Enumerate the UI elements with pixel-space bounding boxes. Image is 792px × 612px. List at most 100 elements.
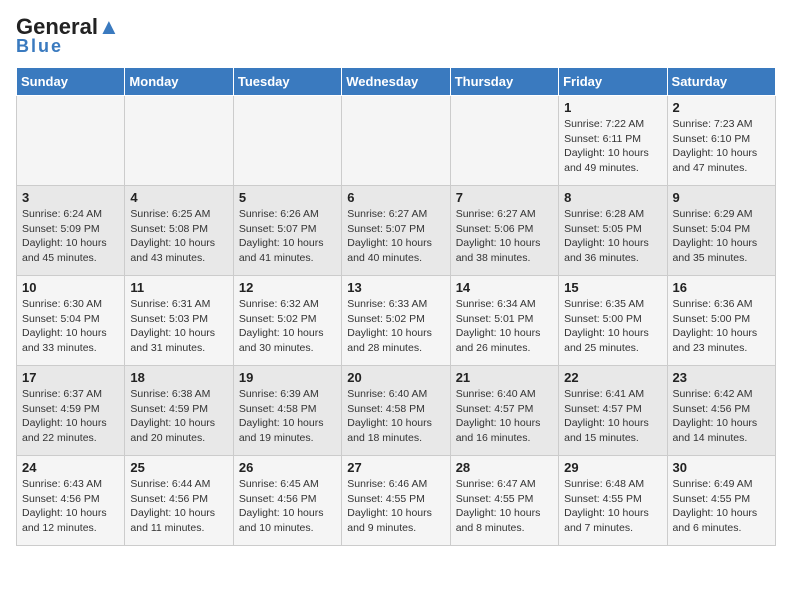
day-number: 27 [347, 460, 444, 475]
day-info: Sunrise: 6:46 AM Sunset: 4:55 PM Dayligh… [347, 477, 444, 536]
day-number: 28 [456, 460, 553, 475]
day-info: Sunrise: 6:40 AM Sunset: 4:57 PM Dayligh… [456, 387, 553, 446]
day-number: 11 [130, 280, 227, 295]
day-number: 25 [130, 460, 227, 475]
day-info: Sunrise: 6:40 AM Sunset: 4:58 PM Dayligh… [347, 387, 444, 446]
calendar-table: SundayMondayTuesdayWednesdayThursdayFrid… [16, 67, 776, 546]
day-info: Sunrise: 6:41 AM Sunset: 4:57 PM Dayligh… [564, 387, 661, 446]
weekday-header-saturday: Saturday [667, 68, 775, 96]
day-info: Sunrise: 7:23 AM Sunset: 6:10 PM Dayligh… [673, 117, 770, 176]
calendar-cell: 15 Sunrise: 6:35 AM Sunset: 5:00 PM Dayli… [559, 276, 667, 366]
calendar-cell: 29 Sunrise: 6:48 AM Sunset: 4:55 PM Dayli… [559, 456, 667, 546]
calendar-cell: 28 Sunrise: 6:47 AM Sunset: 4:55 PM Dayli… [450, 456, 558, 546]
day-info: Sunrise: 7:22 AM Sunset: 6:11 PM Dayligh… [564, 117, 661, 176]
calendar-cell [233, 96, 341, 186]
weekday-header-sunday: Sunday [17, 68, 125, 96]
day-info: Sunrise: 6:43 AM Sunset: 4:56 PM Dayligh… [22, 477, 119, 536]
day-number: 10 [22, 280, 119, 295]
day-number: 7 [456, 190, 553, 205]
calendar-cell [17, 96, 125, 186]
day-number: 6 [347, 190, 444, 205]
weekday-header-thursday: Thursday [450, 68, 558, 96]
day-number: 26 [239, 460, 336, 475]
day-info: Sunrise: 6:37 AM Sunset: 4:59 PM Dayligh… [22, 387, 119, 446]
weekday-header-friday: Friday [559, 68, 667, 96]
calendar-cell: 27 Sunrise: 6:46 AM Sunset: 4:55 PM Dayli… [342, 456, 450, 546]
day-number: 3 [22, 190, 119, 205]
day-number: 19 [239, 370, 336, 385]
calendar-cell: 14 Sunrise: 6:34 AM Sunset: 5:01 PM Dayli… [450, 276, 558, 366]
day-info: Sunrise: 6:31 AM Sunset: 5:03 PM Dayligh… [130, 297, 227, 356]
day-number: 15 [564, 280, 661, 295]
day-info: Sunrise: 6:27 AM Sunset: 5:07 PM Dayligh… [347, 207, 444, 266]
day-number: 13 [347, 280, 444, 295]
logo: General▲ Blue [16, 16, 120, 57]
calendar-cell: 19 Sunrise: 6:39 AM Sunset: 4:58 PM Dayli… [233, 366, 341, 456]
day-number: 21 [456, 370, 553, 385]
calendar-cell: 17 Sunrise: 6:37 AM Sunset: 4:59 PM Dayli… [17, 366, 125, 456]
weekday-header-tuesday: Tuesday [233, 68, 341, 96]
calendar-cell: 26 Sunrise: 6:45 AM Sunset: 4:56 PM Dayli… [233, 456, 341, 546]
day-info: Sunrise: 6:38 AM Sunset: 4:59 PM Dayligh… [130, 387, 227, 446]
day-info: Sunrise: 6:39 AM Sunset: 4:58 PM Dayligh… [239, 387, 336, 446]
day-info: Sunrise: 6:45 AM Sunset: 4:56 PM Dayligh… [239, 477, 336, 536]
day-number: 23 [673, 370, 770, 385]
day-number: 8 [564, 190, 661, 205]
day-info: Sunrise: 6:30 AM Sunset: 5:04 PM Dayligh… [22, 297, 119, 356]
day-info: Sunrise: 6:33 AM Sunset: 5:02 PM Dayligh… [347, 297, 444, 356]
calendar-cell [125, 96, 233, 186]
calendar-cell: 12Sunrise: 6:32 AM Sunset: 5:02 PM Dayli… [233, 276, 341, 366]
calendar-cell: 6 Sunrise: 6:27 AM Sunset: 5:07 PM Daylig… [342, 186, 450, 276]
calendar-cell: 20 Sunrise: 6:40 AM Sunset: 4:58 PM Dayli… [342, 366, 450, 456]
calendar-cell: 3Sunrise: 6:24 AM Sunset: 5:09 PM Daylig… [17, 186, 125, 276]
calendar-cell: 4 Sunrise: 6:25 AM Sunset: 5:08 PM Daylig… [125, 186, 233, 276]
day-number: 12 [239, 280, 336, 295]
calendar-cell: 24 Sunrise: 6:43 AM Sunset: 4:56 PM Dayli… [17, 456, 125, 546]
day-number: 17 [22, 370, 119, 385]
day-number: 4 [130, 190, 227, 205]
calendar-cell: 7 Sunrise: 6:27 AM Sunset: 5:06 PM Daylig… [450, 186, 558, 276]
day-info: Sunrise: 6:47 AM Sunset: 4:55 PM Dayligh… [456, 477, 553, 536]
calendar-cell: 22 Sunrise: 6:41 AM Sunset: 4:57 PM Dayli… [559, 366, 667, 456]
day-number: 24 [22, 460, 119, 475]
day-number: 29 [564, 460, 661, 475]
day-number: 2 [673, 100, 770, 115]
calendar-cell: 25 Sunrise: 6:44 AM Sunset: 4:56 PM Dayli… [125, 456, 233, 546]
day-info: Sunrise: 6:34 AM Sunset: 5:01 PM Dayligh… [456, 297, 553, 356]
calendar-cell: 13 Sunrise: 6:33 AM Sunset: 5:02 PM Dayli… [342, 276, 450, 366]
calendar-cell: 9Sunrise: 6:29 AM Sunset: 5:04 PM Daylig… [667, 186, 775, 276]
day-info: Sunrise: 6:49 AM Sunset: 4:55 PM Dayligh… [673, 477, 770, 536]
day-info: Sunrise: 6:29 AM Sunset: 5:04 PM Dayligh… [673, 207, 770, 266]
calendar-cell: 30 Sunrise: 6:49 AM Sunset: 4:55 PM Dayli… [667, 456, 775, 546]
day-info: Sunrise: 6:44 AM Sunset: 4:56 PM Dayligh… [130, 477, 227, 536]
day-info: Sunrise: 6:42 AM Sunset: 4:56 PM Dayligh… [673, 387, 770, 446]
calendar-cell [450, 96, 558, 186]
calendar-cell: 16 Sunrise: 6:36 AM Sunset: 5:00 PM Dayli… [667, 276, 775, 366]
day-info: Sunrise: 6:36 AM Sunset: 5:00 PM Dayligh… [673, 297, 770, 356]
weekday-header-wednesday: Wednesday [342, 68, 450, 96]
day-number: 18 [130, 370, 227, 385]
day-number: 30 [673, 460, 770, 475]
day-info: Sunrise: 6:25 AM Sunset: 5:08 PM Dayligh… [130, 207, 227, 266]
day-number: 20 [347, 370, 444, 385]
day-number: 22 [564, 370, 661, 385]
calendar-cell: 5Sunrise: 6:26 AM Sunset: 5:07 PM Daylig… [233, 186, 341, 276]
logo-text: General▲ [16, 16, 120, 38]
calendar-cell: 1 Sunrise: 7:22 AM Sunset: 6:11 PM Daylig… [559, 96, 667, 186]
weekday-header-monday: Monday [125, 68, 233, 96]
day-number: 5 [239, 190, 336, 205]
calendar-cell: 21 Sunrise: 6:40 AM Sunset: 4:57 PM Dayli… [450, 366, 558, 456]
calendar-cell: 8 Sunrise: 6:28 AM Sunset: 5:05 PM Daylig… [559, 186, 667, 276]
calendar-cell [342, 96, 450, 186]
calendar-cell: 18 Sunrise: 6:38 AM Sunset: 4:59 PM Dayli… [125, 366, 233, 456]
day-number: 1 [564, 100, 661, 115]
day-info: Sunrise: 6:27 AM Sunset: 5:06 PM Dayligh… [456, 207, 553, 266]
day-info: Sunrise: 6:35 AM Sunset: 5:00 PM Dayligh… [564, 297, 661, 356]
page-header: General▲ Blue [16, 16, 776, 57]
day-number: 14 [456, 280, 553, 295]
calendar-cell: 10 Sunrise: 6:30 AM Sunset: 5:04 PM Dayli… [17, 276, 125, 366]
day-info: Sunrise: 6:48 AM Sunset: 4:55 PM Dayligh… [564, 477, 661, 536]
calendar-cell: 2 Sunrise: 7:23 AM Sunset: 6:10 PM Daylig… [667, 96, 775, 186]
day-number: 16 [673, 280, 770, 295]
day-info: Sunrise: 6:28 AM Sunset: 5:05 PM Dayligh… [564, 207, 661, 266]
